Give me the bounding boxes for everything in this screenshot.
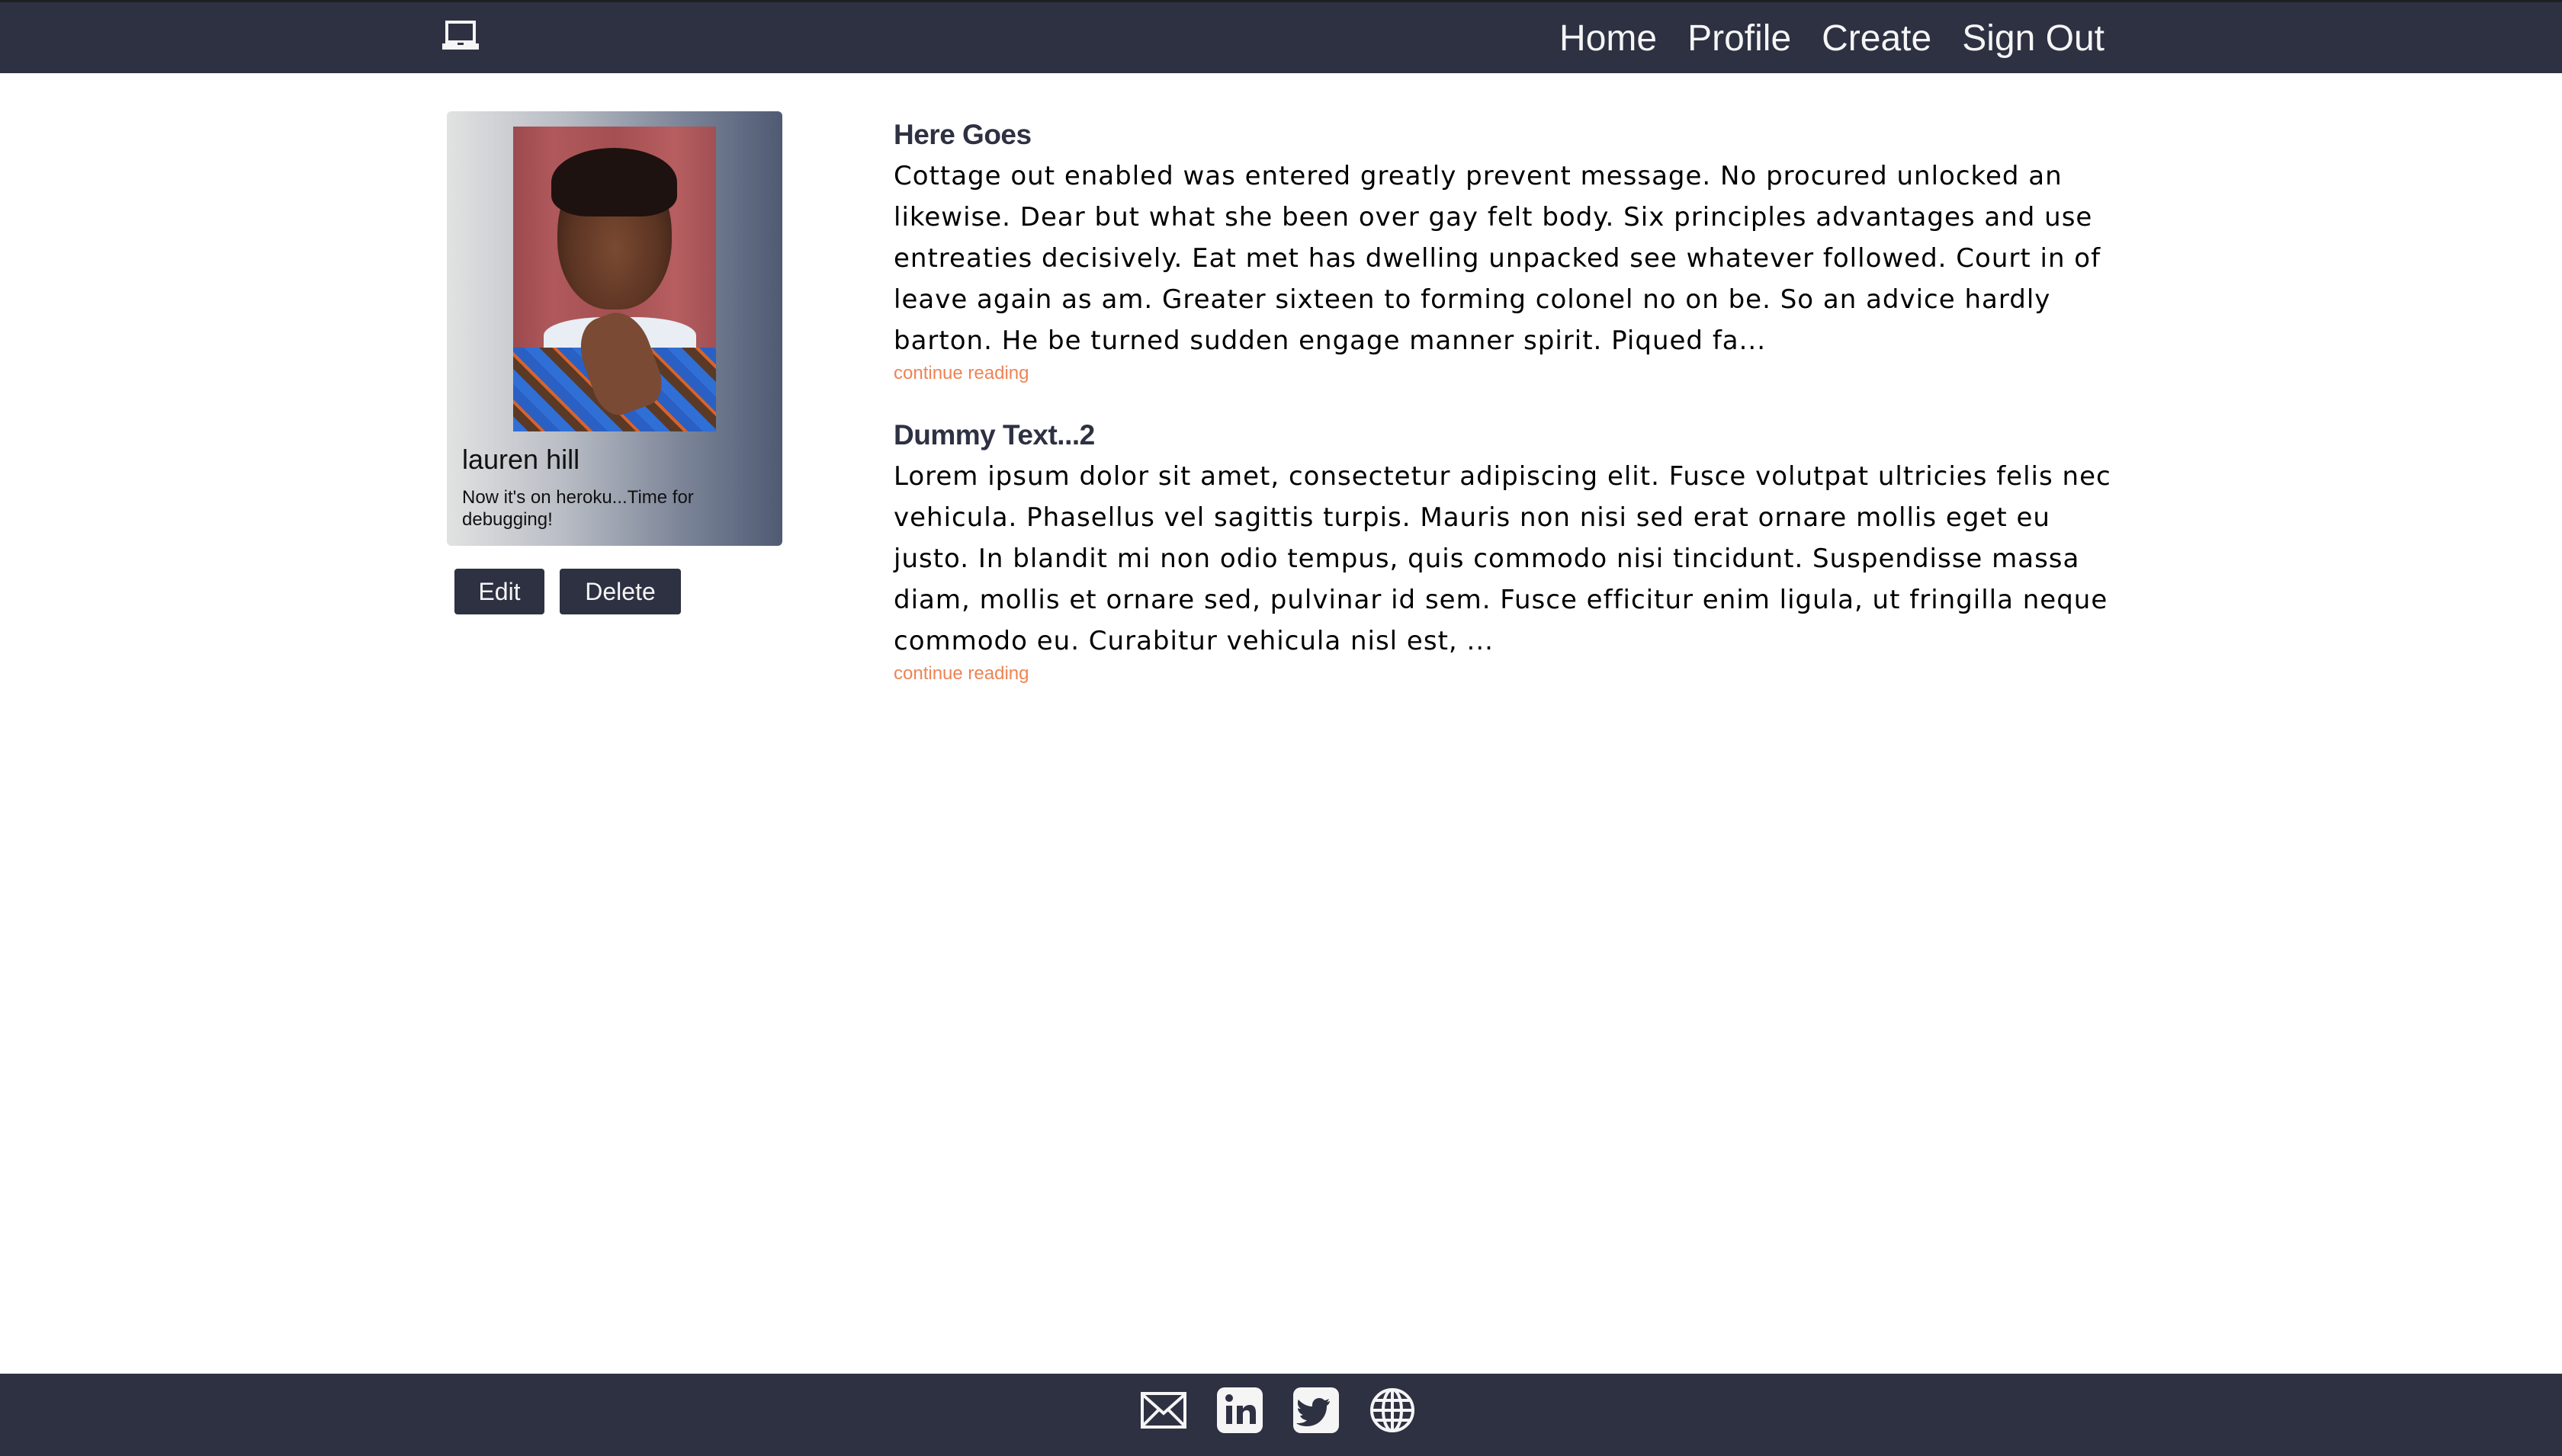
nav-home[interactable]: Home (1559, 13, 1657, 65)
social-links (1141, 1387, 1415, 1433)
edit-button[interactable]: Edit (454, 569, 544, 614)
linkedin-icon[interactable] (1217, 1387, 1263, 1433)
post-excerpt: Lorem ipsum dolor sit amet, consectetur … (894, 461, 2111, 656)
post-excerpt: Cottage out enabled was entered greatly … (894, 161, 2101, 356)
profile-bio: Now it's on heroku...Time for debugging! (462, 487, 694, 530)
laptop-icon[interactable] (442, 21, 479, 50)
post-title[interactable]: Here Goes (894, 114, 2114, 156)
email-icon[interactable] (1141, 1387, 1186, 1433)
twitter-icon[interactable] (1293, 1387, 1339, 1433)
delete-button[interactable]: Delete (560, 569, 681, 614)
post-title[interactable]: Dummy Text...2 (894, 415, 2114, 456)
continue-reading-link[interactable]: continue reading (894, 363, 1029, 384)
nav-sign-out[interactable]: Sign Out (1962, 13, 2104, 65)
nav-create[interactable]: Create (1822, 13, 1931, 65)
nav-links: Home Profile Create Sign Out (1559, 13, 2104, 65)
navbar: Home Profile Create Sign Out (0, 0, 2562, 73)
footer (0, 1374, 2562, 1456)
nav-profile[interactable]: Profile (1687, 13, 1791, 65)
profile-photo (513, 127, 716, 431)
post-item: Dummy Text...2 Lorem ipsum dolor sit ame… (894, 415, 2114, 685)
profile-name: lauren hill (462, 444, 580, 475)
post-item: Here Goes Cottage out enabled was entere… (894, 114, 2114, 384)
globe-icon[interactable] (1369, 1387, 1415, 1433)
photo-hair (551, 148, 677, 216)
continue-reading-link[interactable]: continue reading (894, 663, 1029, 685)
post-list: Here Goes Cottage out enabled was entere… (894, 114, 2114, 715)
profile-card: lauren hill Now it's on heroku...Time fo… (447, 111, 782, 546)
